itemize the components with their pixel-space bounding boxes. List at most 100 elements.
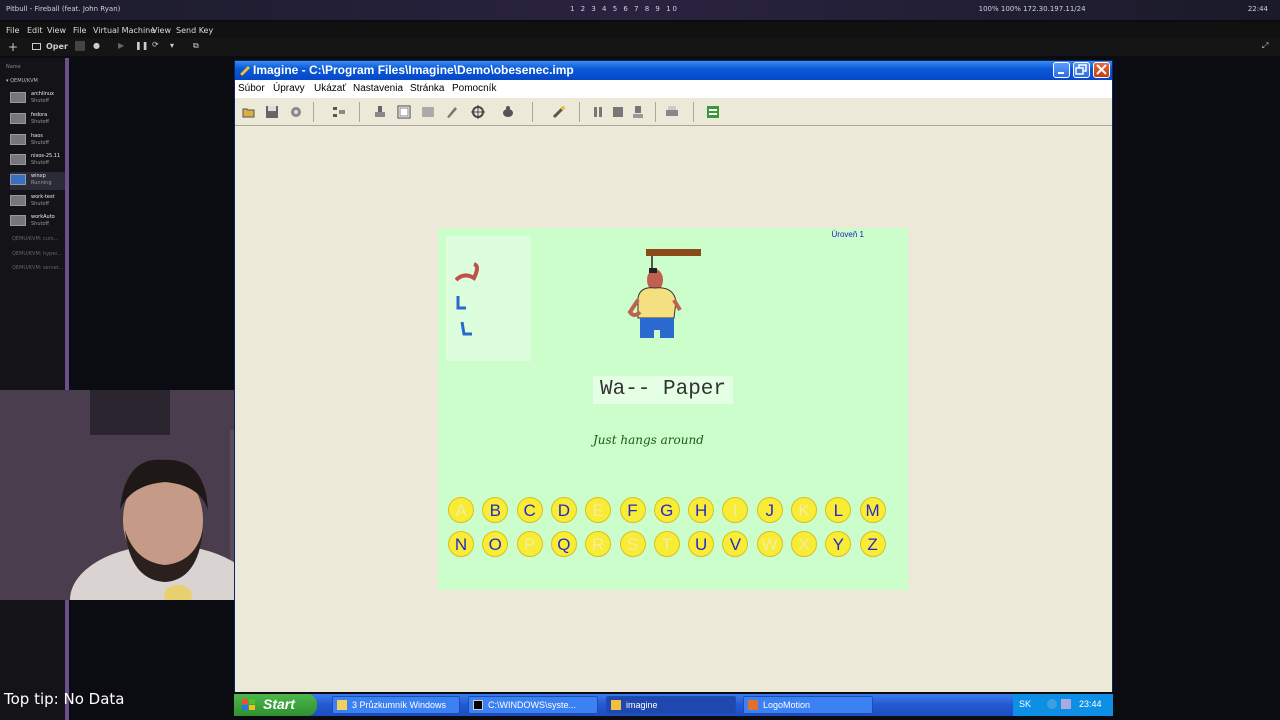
host-top-bar: Pitbull - Fireball (feat. John Ryan) 1 2… (0, 0, 1280, 20)
letter-button-g[interactable]: G (653, 497, 680, 523)
letter-button-i[interactable]: I (722, 497, 749, 523)
letter-button-d[interactable]: D (550, 497, 577, 523)
vm-monitor-icon (10, 92, 26, 103)
menu-upravy[interactable]: Úpravy (273, 83, 305, 94)
letter-button-k[interactable]: K (791, 497, 817, 523)
letter-button-e[interactable]: E (585, 497, 612, 523)
stream-tip-overlay: Top tip: No Data (4, 690, 125, 708)
pause-icon[interactable] (589, 103, 607, 121)
letter-button-f[interactable]: F (619, 497, 646, 523)
letter-button-y[interactable]: Y (825, 531, 852, 557)
stop-icon[interactable] (609, 103, 627, 121)
frame-icon[interactable] (395, 103, 413, 121)
workspace-switcher[interactable]: 1 2 3 4 5 6 7 8 9 10 (570, 5, 679, 13)
new-vm-icon[interactable]: + (8, 40, 18, 54)
pen-icon[interactable] (443, 103, 461, 121)
grid-icon[interactable] (330, 103, 348, 121)
vm-item-work-test[interactable]: work-test Shutoff (10, 193, 66, 211)
task-logomotion[interactable]: LogoMotion (743, 696, 873, 714)
menu-edit[interactable]: Edit (27, 26, 43, 35)
fullscreen-icon[interactable]: ⧉ (193, 41, 199, 51)
console-menu-virtual-machine[interactable]: Virtual Machine (93, 26, 155, 35)
vm-item-workauto[interactable]: workAuto Shutoff (10, 213, 66, 231)
task-windows-explorer[interactable]: 3 Průzkumník Windows (332, 696, 460, 714)
letter-button-n[interactable]: N (448, 531, 474, 557)
print-icon[interactable] (663, 103, 681, 121)
letter-button-c[interactable]: C (516, 497, 543, 523)
save-icon[interactable] (263, 103, 281, 121)
start-button[interactable]: Start (234, 694, 317, 716)
window-title-bar[interactable]: Imagine - C:\Program Files\Imagine\Demo\… (235, 61, 1112, 80)
letter-button-v[interactable]: V (722, 531, 749, 557)
menu-view[interactable]: View (47, 26, 66, 35)
reboot-icon[interactable]: ⟳ (152, 40, 159, 49)
menu-pomocnik[interactable]: Pomocník (452, 83, 496, 94)
letter-button-m[interactable]: M (859, 497, 886, 523)
magic-icon[interactable] (550, 103, 568, 121)
target-icon[interactable] (469, 103, 487, 121)
letter-button-h[interactable]: H (688, 497, 715, 523)
console-menu-file[interactable]: File (73, 26, 86, 35)
dropdown-icon[interactable]: ▾ (170, 41, 174, 50)
language-indicator[interactable]: SK (1019, 699, 1031, 709)
letter-button-t[interactable]: T (653, 531, 680, 557)
vm-monitor-icon (10, 195, 26, 206)
letter-button-r[interactable]: R (585, 531, 612, 557)
maximize-button[interactable] (1073, 62, 1090, 78)
task-command-prompt[interactable]: C:\WINDOWS\syste... (468, 696, 598, 714)
turtle-icon[interactable] (499, 103, 517, 121)
network-icon[interactable] (1047, 699, 1057, 709)
letter-button-u[interactable]: U (688, 531, 715, 557)
connection-group-server[interactable]: QEMU/KVM: server... (12, 265, 63, 271)
vm-item-winxp[interactable]: winxp Running (10, 172, 66, 190)
vm-item-fedora[interactable]: fedora Shutoff (10, 111, 66, 129)
menu-stranka[interactable]: Stránka (410, 83, 444, 94)
menu-subor[interactable]: Súbor (238, 83, 265, 94)
letter-button-s[interactable]: S (619, 531, 646, 557)
letter-button-o[interactable]: O (482, 531, 509, 557)
connection-group-hyper[interactable]: QEMU/KVM: hyper... (12, 251, 62, 257)
letter-button-j[interactable]: J (756, 497, 783, 523)
letter-button-a[interactable]: A (448, 497, 474, 523)
console-menu-view[interactable]: View (152, 26, 171, 35)
open-icon[interactable] (240, 103, 258, 121)
minimize-button[interactable] (1053, 62, 1070, 78)
letter-button-l[interactable]: L (825, 497, 852, 523)
remaining-limbs-panel (446, 236, 531, 361)
menu-ukazat[interactable]: Ukázať (314, 83, 346, 94)
minimize-icon (1058, 72, 1064, 74)
letter-button-b[interactable]: B (482, 497, 509, 523)
letter-button-w[interactable]: W (756, 531, 783, 557)
app-toolbar (235, 98, 1112, 126)
task-imagine[interactable]: imagine (606, 696, 736, 714)
tray-app-icon[interactable] (1061, 699, 1071, 709)
letter-button-z[interactable]: Z (859, 531, 886, 557)
connection-group-curs[interactable]: QEMU/KVM: curs... (12, 236, 58, 242)
page-icon[interactable] (704, 103, 722, 121)
open-button[interactable]: Oper (46, 42, 68, 51)
console-view-icon[interactable] (75, 41, 85, 51)
hanged-man-image (627, 249, 701, 338)
imagine-task-icon (611, 700, 621, 710)
letter-button-x[interactable]: X (791, 531, 817, 557)
vm-item-archlinux[interactable]: archlinux Shutoff (10, 90, 66, 108)
close-button[interactable] (1093, 62, 1110, 78)
menu-nastavenia[interactable]: Nastavenia (353, 83, 403, 94)
power-icon[interactable]: ● (93, 41, 100, 50)
vm-item-nixos[interactable]: nixos-25.11 Shutoff (10, 152, 66, 170)
vm-item-haos[interactable]: haos Shutoff (10, 132, 66, 150)
imagine-window: Imagine - C:\Program Files\Imagine\Demo\… (234, 60, 1113, 692)
monitor-icon[interactable] (32, 43, 41, 50)
connection-group[interactable]: ▾ QEMU/KVM (6, 78, 38, 84)
panel-icon[interactable] (419, 103, 437, 121)
menu-file[interactable]: File (6, 26, 19, 35)
play-icon[interactable]: ▶ (118, 41, 124, 50)
pause-vm-icon[interactable]: ❚❚ (135, 41, 148, 50)
console-menu-send-key[interactable]: Send Key (176, 26, 213, 35)
letter-button-p[interactable]: P (516, 531, 543, 557)
stamp-icon[interactable] (371, 103, 389, 121)
settings-icon[interactable] (287, 103, 305, 121)
resize-icon[interactable]: ⤢ (1262, 41, 1268, 51)
step-icon[interactable] (629, 103, 647, 121)
letter-button-q[interactable]: Q (550, 531, 577, 557)
